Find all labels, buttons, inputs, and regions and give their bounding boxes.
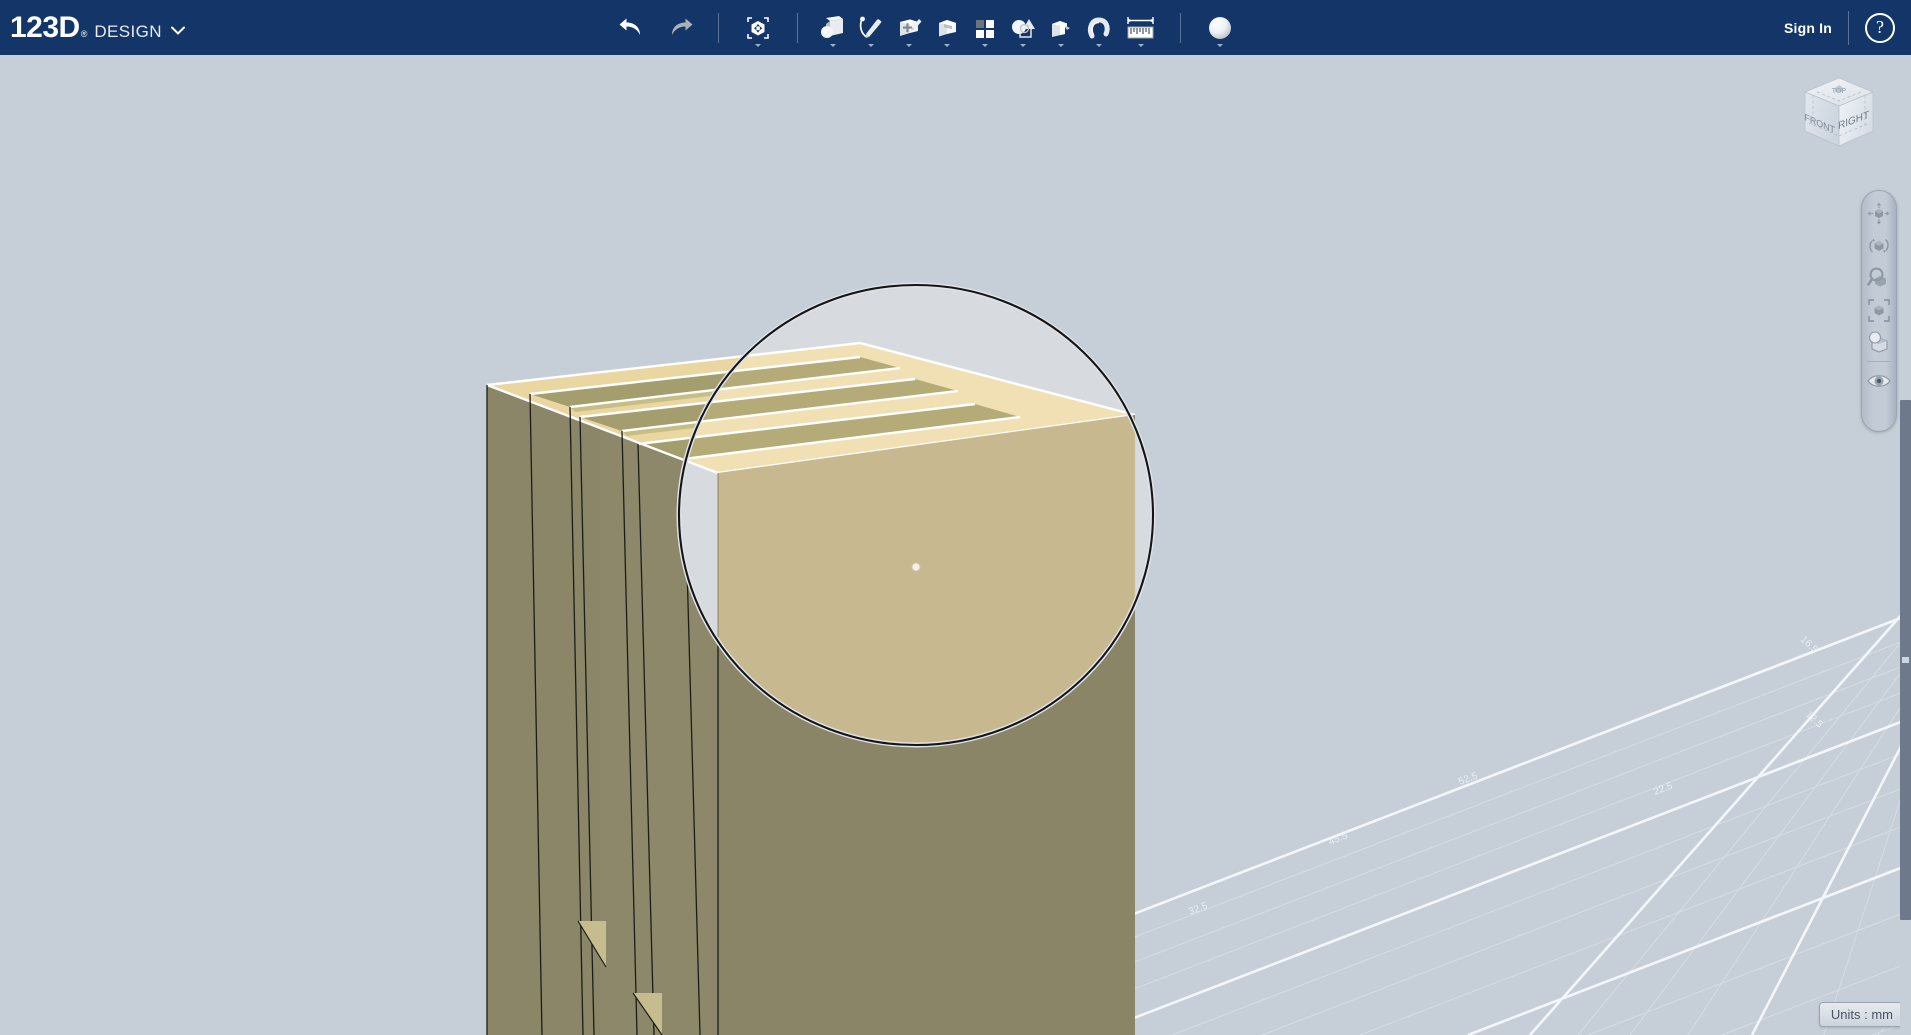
selection-center-handle[interactable]: [911, 562, 921, 572]
vertical-scrollbar-thumb[interactable]: [1900, 400, 1911, 920]
brand-registered-mark: ®: [80, 29, 88, 39]
pan-button[interactable]: [1864, 199, 1894, 229]
redo-button[interactable]: [656, 7, 702, 49]
model-geometry[interactable]: [0, 55, 1911, 1035]
units-badge[interactable]: Units : mm: [1818, 1002, 1905, 1027]
primitives-caret-icon: [830, 43, 836, 47]
topbar-divider-right: [1848, 10, 1849, 45]
transform-caret-icon: [755, 43, 761, 47]
snap-caret-icon: [1096, 43, 1102, 47]
help-button[interactable]: ?: [1865, 12, 1895, 43]
toolbar-divider-3: [1180, 12, 1181, 43]
pattern-caret-icon: [982, 43, 988, 47]
vertical-scrollbar[interactable]: [1900, 55, 1911, 1035]
view-cube[interactable]: TOP FRONT RIGHT: [1789, 60, 1889, 165]
undo-button[interactable]: [610, 7, 656, 49]
measure-caret-icon: [1138, 43, 1144, 47]
snap-button[interactable]: [1080, 7, 1118, 49]
fit-button[interactable]: [1864, 295, 1894, 325]
combine-button[interactable]: [1042, 7, 1080, 49]
pattern-button[interactable]: [966, 7, 1004, 49]
navigation-bar: [1861, 190, 1897, 432]
topbar-right-group: Sign In ?: [1784, 0, 1895, 55]
navbar-divider: [1867, 361, 1891, 362]
sign-in-button[interactable]: Sign In: [1784, 20, 1832, 36]
top-toolbar: 123D ® DESIGN Sign In ?: [0, 0, 1911, 55]
material-button[interactable]: [1197, 7, 1243, 49]
brand-subtitle: DESIGN: [94, 22, 162, 41]
sketch-button[interactable]: [852, 7, 890, 49]
app-root: 123D ® DESIGN Sign In ? 32.5 45.5 52.5 1…: [0, 0, 1911, 1035]
sketch-caret-icon: [868, 43, 874, 47]
toolbar-tool-group: [610, 0, 1243, 55]
toolbar-divider-2: [797, 12, 798, 43]
material-caret-icon: [1217, 43, 1223, 47]
grouping-caret-icon: [1020, 43, 1026, 47]
modify-caret-icon: [944, 43, 950, 47]
orbit-button[interactable]: [1864, 231, 1894, 261]
views-button[interactable]: [1864, 327, 1894, 357]
chevron-down-icon: [170, 22, 185, 35]
toolbar-divider-1: [718, 12, 719, 43]
brand-logo-text: 123D: [10, 11, 80, 44]
combine-caret-icon: [1058, 43, 1064, 47]
grouping-button[interactable]: [1004, 7, 1042, 49]
primitives-button[interactable]: [814, 7, 852, 49]
3d-viewport[interactable]: 32.5 45.5 52.5 32.5 16.5 12.5 22.5: [0, 55, 1911, 1035]
transform-button[interactable]: [735, 7, 781, 49]
construct-caret-icon: [906, 43, 912, 47]
visibility-button[interactable]: [1864, 366, 1894, 396]
zoom-button[interactable]: [1864, 263, 1894, 293]
measure-button[interactable]: [1118, 7, 1164, 49]
construct-button[interactable]: [890, 7, 928, 49]
brand-menu[interactable]: 123D ® DESIGN: [10, 0, 185, 55]
modify-button[interactable]: [928, 7, 966, 49]
